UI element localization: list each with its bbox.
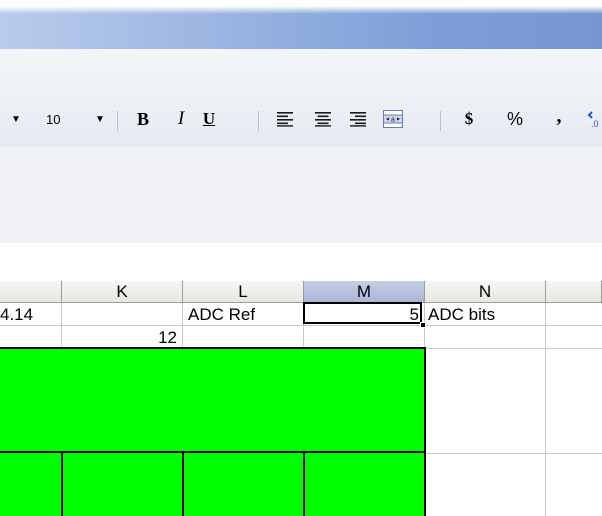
font-size-box[interactable]: 10 xyxy=(46,98,86,140)
svg-text:.0: .0 xyxy=(591,119,599,129)
toolbar-separator xyxy=(117,111,118,131)
active-cell-border[interactable] xyxy=(303,302,422,324)
align-right-button[interactable] xyxy=(345,98,371,140)
grid-top-margin xyxy=(0,243,602,281)
align-center-icon xyxy=(315,112,331,127)
column-header-m[interactable]: M xyxy=(304,281,425,303)
green-block-border-right xyxy=(424,347,426,516)
column-header-k[interactable]: K xyxy=(62,281,183,303)
align-left-icon xyxy=(277,112,293,127)
fill-handle[interactable] xyxy=(420,322,426,328)
merge-and-center-button[interactable]: a xyxy=(379,98,407,140)
green-cell-border xyxy=(303,451,305,516)
grid-column-line xyxy=(545,303,546,516)
spreadsheet-grid[interactable]: K L M N 4.14 ADC Ref 5 ADC bits 12 xyxy=(0,243,602,516)
align-center-button[interactable] xyxy=(310,98,336,140)
cell-j-row1[interactable]: 4.14 xyxy=(0,304,33,325)
align-right-icon xyxy=(350,112,366,127)
cell-n-row1[interactable]: ADC bits xyxy=(428,304,495,325)
cell-l-row1[interactable]: ADC Ref xyxy=(188,304,255,325)
align-left-button[interactable] xyxy=(272,98,298,140)
green-block-border-middle xyxy=(0,451,426,453)
grid-row-line xyxy=(0,325,602,326)
svg-text:a: a xyxy=(391,117,395,124)
grid-column-line xyxy=(61,303,62,349)
increase-decimal-icon: .0 xyxy=(587,111,599,129)
font-name-dropdown-arrow-icon[interactable]: ▼ xyxy=(8,98,24,140)
percent-button[interactable]: % xyxy=(500,98,530,140)
grid-row-line xyxy=(425,453,602,454)
grid-column-line xyxy=(182,303,183,349)
green-cell-border xyxy=(182,451,184,516)
formatting-toolbar-row: ▼ 10 ▼ B I U a $ % , .0 xyxy=(0,98,602,140)
toolbar-separator xyxy=(258,111,259,131)
column-header-n[interactable]: N xyxy=(425,281,546,303)
bold-button[interactable]: B xyxy=(130,98,156,140)
column-header-o[interactable] xyxy=(546,281,602,303)
formula-bar-area xyxy=(0,147,602,243)
font-size-dropdown-arrow-icon[interactable]: ▼ xyxy=(92,98,108,140)
toolbar-separator xyxy=(440,111,441,131)
column-header-j[interactable] xyxy=(0,281,62,303)
increase-decimal-button[interactable]: .0 xyxy=(586,98,602,140)
italic-button[interactable]: I xyxy=(168,98,194,140)
currency-button[interactable]: $ xyxy=(456,98,482,140)
green-block-border-top xyxy=(0,347,426,349)
title-bar-shade xyxy=(0,6,602,14)
merge-center-icon: a xyxy=(383,110,403,128)
column-header-l[interactable]: L xyxy=(183,281,304,303)
green-filled-range[interactable] xyxy=(0,349,424,516)
cell-k-row2[interactable]: 12 xyxy=(64,327,177,348)
comma-style-button[interactable]: , xyxy=(546,95,572,137)
green-cell-border xyxy=(61,451,63,516)
underline-button[interactable]: U xyxy=(196,98,222,140)
